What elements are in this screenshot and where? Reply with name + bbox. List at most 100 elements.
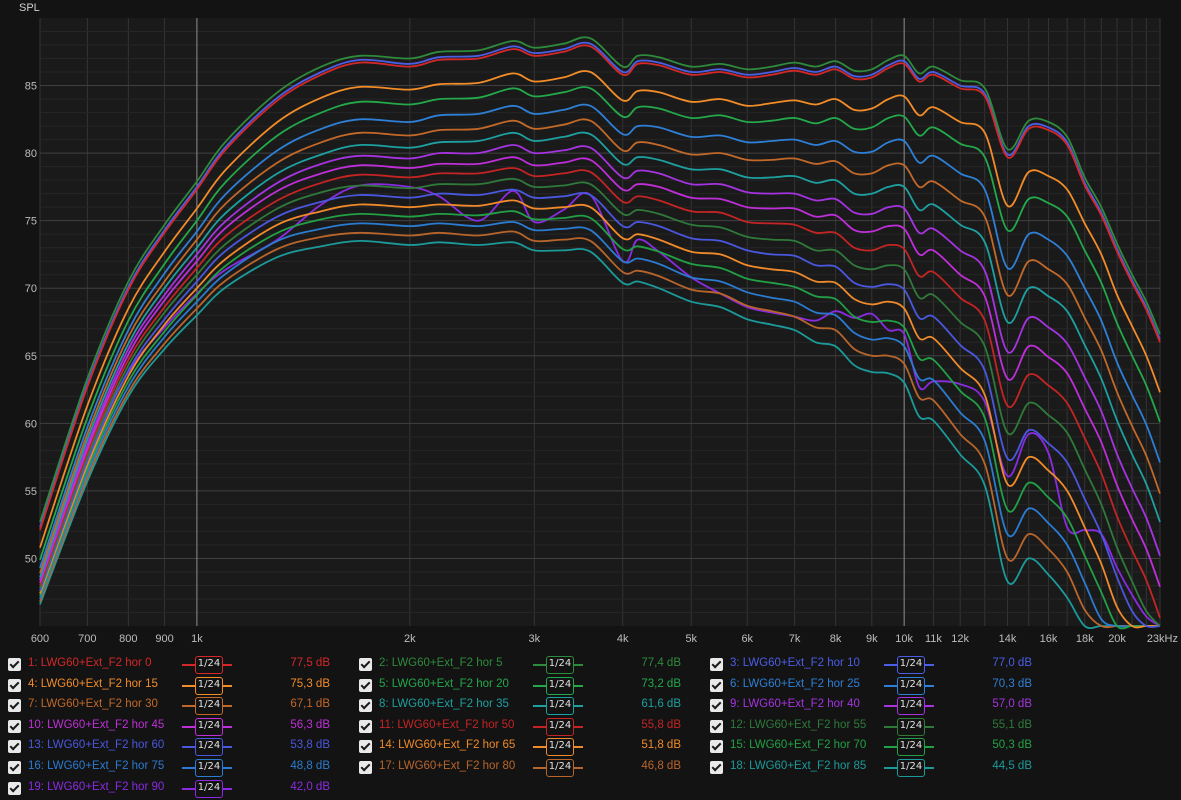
x-tick-label: 20k	[1108, 633, 1126, 645]
legend-item[interactable]: 4: LWG60+Ext_F2 hor 15 1/24 75,3 dB	[8, 676, 358, 696]
legend-value: 70,3 dB	[992, 677, 1032, 690]
visibility-checkbox[interactable]	[359, 699, 372, 713]
legend-label: 11: LWG60+Ext_F2 hor 50	[379, 718, 515, 731]
smoothing-button[interactable]: 1/24	[884, 759, 934, 777]
visibility-checkbox[interactable]	[359, 678, 372, 692]
visibility-checkbox[interactable]	[359, 719, 372, 733]
smoothing-button[interactable]: 1/24	[182, 759, 232, 777]
smoothing-box: 1/24	[897, 738, 925, 757]
smoothing-label: 1/24	[197, 658, 221, 669]
legend-item[interactable]: 16: LWG60+Ext_F2 hor 75 1/24 48,8 dB	[8, 758, 358, 778]
smoothing-box: 1/24	[546, 717, 574, 736]
smoothing-label: 1/24	[197, 740, 221, 752]
smoothing-box: 1/24	[546, 697, 574, 716]
smoothing-button[interactable]: 1/24	[533, 717, 583, 736]
legend: 1: LWG60+Ext_F2 hor 0 1/24 77,5 dB 2: LWG60…	[0, 652, 1181, 800]
smoothing-button[interactable]: 1/24	[182, 656, 232, 674]
smoothing-box: 1/24	[897, 717, 925, 736]
smoothing-button[interactable]: 1/24	[533, 697, 583, 716]
smoothing-button[interactable]: 1/24	[533, 676, 583, 695]
visibility-checkbox[interactable]	[710, 719, 723, 733]
frequency-response-chart: 50 55 60 65 70 75 80 85 600 700 800 900 1k 2k 3k 4k 5k 6…	[19, 2, 1178, 645]
legend-item[interactable]: 1: LWG60+Ext_F2 hor 0 1/24 77,5 dB	[8, 655, 358, 675]
legend-item[interactable]: 18: LWG60+Ext_F2 hor 85 1/24 44,5 dB	[710, 758, 1060, 778]
legend-item[interactable]: 14: LWG60+Ext_F2 hor 65 1/24 51,8 dB	[359, 737, 709, 757]
y-tick-label: 75	[25, 216, 37, 228]
visibility-checkbox[interactable]	[8, 740, 21, 754]
legend-item[interactable]: 17: LWG60+Ext_F2 hor 80 1/24 46,8 dB	[359, 758, 709, 778]
legend-item[interactable]: 8: LWG60+Ext_F2 hor 35 1/24 61,6 dB	[359, 696, 709, 716]
legend-label: 8: LWG60+Ext_F2 hor 35	[379, 698, 509, 711]
legend-label: 13: LWG60+Ext_F2 hor 60	[28, 739, 165, 752]
smoothing-label: 1/24	[548, 678, 572, 690]
legend-item[interactable]: 12: LWG60+Ext_F2 hor 55 1/24 55,1 dB	[710, 717, 1060, 737]
smoothing-label: 1/24	[197, 761, 221, 772]
visibility-checkbox[interactable]	[710, 699, 723, 713]
x-tick-label: 14k	[999, 633, 1017, 645]
legend-item[interactable]: 19: LWG60+Ext_F2 hor 90 1/24 42,0 dB	[8, 779, 358, 799]
y-tick-label: 80	[25, 148, 37, 160]
smoothing-button[interactable]: 1/24	[533, 656, 583, 674]
smoothing-button[interactable]: 1/24	[884, 656, 934, 674]
visibility-checkbox[interactable]	[8, 678, 21, 692]
x-tick-label: 7k	[789, 633, 801, 645]
legend-item[interactable]: 15: LWG60+Ext_F2 hor 70 1/24 50,3 dB	[710, 737, 1060, 757]
visibility-checkbox[interactable]	[710, 761, 723, 774]
legend-item[interactable]: 7: LWG60+Ext_F2 hor 30 1/24 67,1 dB	[8, 696, 358, 716]
visibility-checkbox[interactable]	[359, 761, 372, 774]
visibility-checkbox[interactable]	[710, 740, 723, 754]
legend-label: 10: LWG60+Ext_F2 hor 45	[28, 718, 165, 731]
smoothing-label: 1/24	[197, 678, 221, 690]
legend-item[interactable]: 9: LWG60+Ext_F2 hor 40 1/24 57,0 dB	[710, 696, 1060, 716]
legend-value: 53,8 dB	[290, 739, 330, 752]
y-tick-label: 65	[25, 351, 37, 363]
smoothing-label: 1/24	[899, 658, 923, 669]
visibility-checkbox[interactable]	[359, 658, 372, 671]
legend-item[interactable]: 3: LWG60+Ext_F2 hor 10 1/24 77,0 dB	[710, 655, 1060, 675]
legend-item[interactable]: 11: LWG60+Ext_F2 hor 50 1/24 55,8 dB	[359, 717, 709, 737]
visibility-checkbox[interactable]	[8, 719, 21, 733]
x-tick-label: 4k	[617, 633, 629, 645]
visibility-checkbox[interactable]	[710, 658, 723, 671]
legend-value: 50,3 dB	[992, 739, 1032, 752]
smoothing-button[interactable]: 1/24	[884, 738, 934, 757]
visibility-checkbox[interactable]	[710, 678, 723, 692]
smoothing-button[interactable]: 1/24	[884, 676, 934, 695]
legend-item[interactable]: 2: LWG60+Ext_F2 hor 5 1/24 77,4 dB	[359, 655, 709, 675]
smoothing-label: 1/24	[197, 781, 221, 793]
smoothing-label: 1/24	[899, 699, 923, 711]
visibility-checkbox[interactable]	[8, 761, 21, 774]
legend-item[interactable]: 13: LWG60+Ext_F2 hor 60 1/24 53,8 dB	[8, 737, 358, 757]
y-tick-label: 50	[25, 553, 37, 565]
x-tick-label: 23kHz	[1147, 633, 1178, 645]
smoothing-button[interactable]: 1/24	[182, 738, 232, 757]
x-tick-label: 700	[78, 633, 96, 645]
smoothing-button[interactable]: 1/24	[182, 697, 232, 716]
smoothing-button[interactable]: 1/24	[533, 738, 583, 757]
visibility-checkbox[interactable]	[8, 658, 21, 671]
legend-label: 5: LWG60+Ext_F2 hor 20	[379, 677, 509, 690]
smoothing-button[interactable]: 1/24	[884, 697, 934, 716]
legend-label: 17: LWG60+Ext_F2 hor 80	[379, 760, 516, 772]
smoothing-button[interactable]: 1/24	[533, 759, 583, 777]
smoothing-box: 1/24	[546, 656, 574, 674]
smoothing-box: 1/24	[546, 738, 574, 757]
smoothing-button[interactable]: 1/24	[884, 717, 934, 736]
legend-item[interactable]: 6: LWG60+Ext_F2 hor 25 1/24 70,3 dB	[710, 676, 1060, 696]
smoothing-button[interactable]: 1/24	[182, 676, 232, 695]
smoothing-box: 1/24	[195, 779, 223, 798]
smoothing-button[interactable]: 1/24	[182, 717, 232, 736]
legend-label: 15: LWG60+Ext_F2 hor 70	[730, 739, 867, 752]
x-tick-label: 6k	[741, 633, 753, 645]
legend-item[interactable]: 5: LWG60+Ext_F2 hor 20 1/24 73,2 dB	[359, 676, 709, 696]
smoothing-label: 1/24	[548, 658, 572, 669]
legend-value: 77,5 dB	[290, 657, 330, 669]
visibility-checkbox[interactable]	[359, 740, 372, 754]
legend-value: 56,3 dB	[290, 718, 330, 731]
x-tick-label: 18k	[1076, 633, 1094, 645]
visibility-checkbox[interactable]	[8, 781, 21, 795]
x-tick-label: 9k	[866, 633, 878, 645]
visibility-checkbox[interactable]	[8, 699, 21, 713]
smoothing-button[interactable]: 1/24	[182, 779, 232, 798]
legend-item[interactable]: 10: LWG60+Ext_F2 hor 45 1/24 56,3 dB	[8, 717, 358, 737]
